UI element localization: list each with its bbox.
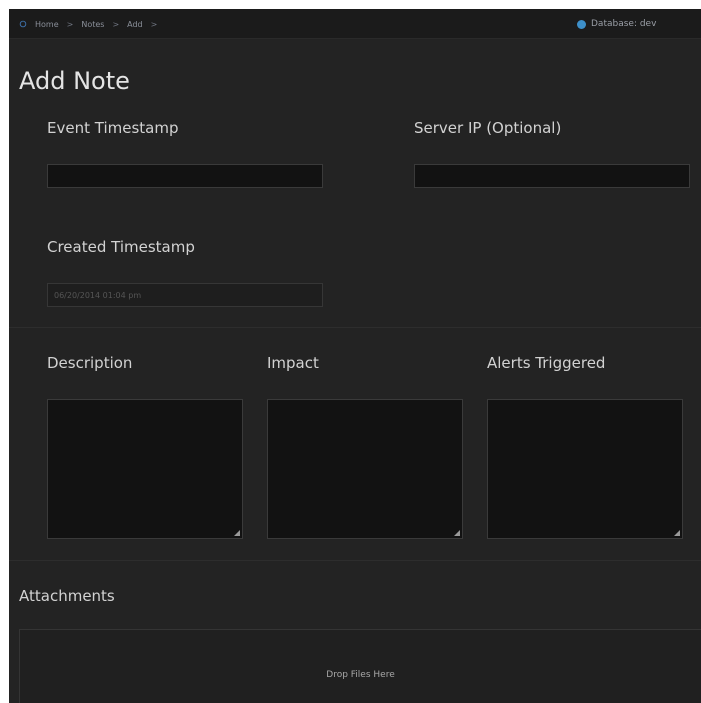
drop-files-text: Drop Files Here xyxy=(326,670,395,680)
breadcrumb-add[interactable]: Add xyxy=(127,20,143,29)
resize-handle-icon[interactable] xyxy=(674,530,680,536)
breadcrumb: Home > Notes > Add > xyxy=(19,18,157,30)
database-icon xyxy=(577,19,586,29)
event-timestamp-label: Event Timestamp xyxy=(47,119,179,137)
database-label: Database: dev xyxy=(591,19,657,29)
section-divider xyxy=(9,327,701,328)
created-timestamp-input[interactable] xyxy=(47,283,323,307)
resize-handle-icon[interactable] xyxy=(234,530,240,536)
alerts-triggered-textarea[interactable] xyxy=(487,399,683,539)
breadcrumb-separator: > xyxy=(150,19,158,29)
page-title: Add Note xyxy=(19,67,130,95)
impact-label: Impact xyxy=(267,354,319,372)
breadcrumb-separator: > xyxy=(66,19,74,29)
file-drop-zone[interactable]: Drop Files Here xyxy=(19,629,701,703)
alerts-triggered-label: Alerts Triggered xyxy=(487,354,606,372)
home-icon xyxy=(19,20,27,28)
section-divider xyxy=(9,560,701,561)
event-timestamp-input[interactable] xyxy=(47,164,323,188)
description-textarea[interactable] xyxy=(47,399,243,539)
breadcrumb-separator: > xyxy=(112,19,120,29)
attachments-label: Attachments xyxy=(19,587,115,605)
server-ip-input[interactable] xyxy=(414,164,690,188)
database-indicator[interactable]: Database: dev xyxy=(577,18,656,30)
app-window: Home > Notes > Add > Database: dev Add N… xyxy=(9,9,701,703)
resize-handle-icon[interactable] xyxy=(454,530,460,536)
server-ip-label: Server IP (Optional) xyxy=(414,119,562,137)
impact-textarea[interactable] xyxy=(267,399,463,539)
breadcrumb-bar: Home > Notes > Add > Database: dev xyxy=(9,9,701,39)
created-timestamp-label: Created Timestamp xyxy=(47,238,195,256)
breadcrumb-home[interactable]: Home xyxy=(35,20,59,29)
description-label: Description xyxy=(47,354,133,372)
breadcrumb-notes[interactable]: Notes xyxy=(81,20,104,29)
